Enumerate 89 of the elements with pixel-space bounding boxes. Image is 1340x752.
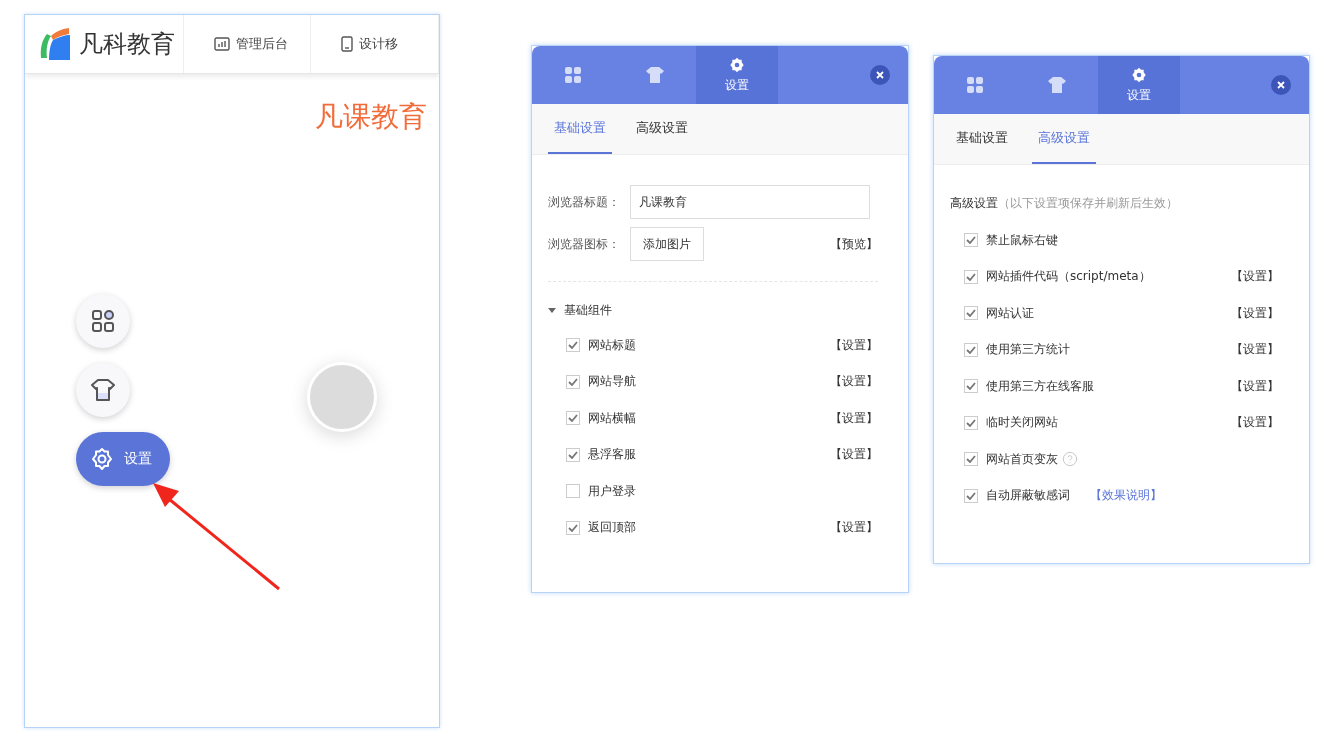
settings-link[interactable]: 【设置】 <box>830 373 878 391</box>
option-label: 网站导航 <box>588 373 636 391</box>
settings-link[interactable]: 【设置】 <box>830 336 878 354</box>
gear-icon <box>90 447 114 471</box>
check-icon <box>966 491 976 500</box>
gear-icon <box>1131 66 1147 83</box>
option-label: 禁止鼠标右键 <box>986 231 1058 249</box>
check-icon <box>966 236 976 245</box>
check-icon <box>966 455 976 464</box>
grid-icon <box>565 67 581 83</box>
field-label: 浏览器图标： <box>548 235 621 253</box>
float-button[interactable]: 设置 <box>76 432 170 486</box>
section-note: （以下设置项保存并刷新后生效） <box>998 195 1178 212</box>
option-label: 使用第三方统计 <box>986 341 1070 359</box>
gear-icon <box>729 56 745 73</box>
option-label: 网站认证 <box>986 304 1034 322</box>
settings-tab[interactable]: 高级设置 <box>630 104 694 154</box>
check-icon <box>966 345 976 354</box>
checkbox[interactable] <box>964 452 978 467</box>
check-icon <box>568 450 578 459</box>
chart-icon <box>213 37 230 51</box>
settings-link[interactable]: 【设置】 <box>1231 304 1279 322</box>
shirt-icon <box>91 379 115 401</box>
toolbar-tab[interactable]: 设置 <box>696 46 778 104</box>
check-icon <box>966 382 976 391</box>
section-toggle[interactable]: 基础组件 <box>548 302 878 319</box>
settings-link[interactable]: 【设置】 <box>1231 268 1279 286</box>
float-button[interactable] <box>76 363 130 417</box>
option-label: 悬浮客服 <box>588 446 636 464</box>
checkbox[interactable] <box>964 233 978 248</box>
option-label: 自动屏蔽敏感词 <box>986 487 1070 505</box>
checkbox[interactable] <box>964 269 978 284</box>
settings-tab[interactable]: 高级设置 <box>1032 114 1096 164</box>
option-label: 网站首页变灰 <box>986 450 1058 468</box>
option-label: 网站插件代码（script/meta） <box>986 268 1151 286</box>
field-label: 浏览器标题： <box>548 193 621 211</box>
checkbox[interactable] <box>964 342 978 357</box>
settings-link[interactable]: 【设置】 <box>830 519 878 537</box>
toolbar-tab[interactable]: 设置 <box>1098 56 1180 114</box>
close-icon <box>1277 81 1285 89</box>
checkbox[interactable] <box>566 374 580 389</box>
option-label: 返回顶部 <box>588 519 636 537</box>
option-label: 临时关闭网站 <box>986 414 1058 432</box>
settings-link[interactable]: 【设置】 <box>830 409 878 427</box>
close-button[interactable] <box>1271 75 1291 95</box>
close-icon <box>876 71 884 79</box>
site-title: 凡课教育 <box>315 100 427 133</box>
settings-link[interactable]: 【设置】 <box>830 446 878 464</box>
settings-link[interactable]: 【设置】 <box>1231 414 1279 432</box>
check-icon <box>568 523 578 532</box>
settings-tab[interactable]: 基础设置 <box>548 104 612 154</box>
logo-text: 凡科教育 <box>79 29 175 60</box>
checkbox[interactable] <box>566 411 580 426</box>
settings-link[interactable]: 【设置】 <box>1231 341 1279 359</box>
option-label: 网站横幅 <box>588 409 636 427</box>
grid-icon <box>91 309 115 333</box>
phone-icon <box>341 36 354 52</box>
settings-link[interactable]: 【设置】 <box>1231 377 1279 395</box>
caret-icon <box>548 308 556 313</box>
settings-tab[interactable]: 基础设置 <box>950 114 1014 164</box>
checkbox[interactable] <box>964 306 978 321</box>
shirt-icon <box>1048 77 1066 93</box>
check-icon <box>568 414 578 423</box>
preview-link[interactable]: 【预览】 <box>830 235 878 253</box>
close-button[interactable] <box>870 65 890 85</box>
add-image-button[interactable]: 添加图片 <box>630 227 704 261</box>
grid-icon <box>967 77 983 93</box>
title-input[interactable]: 凡课教育 <box>630 185 870 219</box>
shirt-icon <box>646 67 664 83</box>
option-label: 用户登录 <box>588 482 636 500</box>
checkbox[interactable] <box>964 415 978 430</box>
checkbox[interactable] <box>964 488 978 503</box>
section-heading: 高级设置 <box>950 195 998 212</box>
checkbox[interactable] <box>566 520 580 535</box>
nav-item[interactable]: 管理后台 <box>183 15 312 73</box>
checkbox[interactable] <box>566 484 580 499</box>
checkbox[interactable] <box>566 447 580 462</box>
check-icon <box>966 309 976 318</box>
checkbox[interactable] <box>566 338 580 353</box>
checkbox[interactable] <box>964 379 978 394</box>
help-link[interactable]: 【效果说明】 <box>1090 487 1162 505</box>
option-label: 使用第三方在线客服 <box>986 377 1094 395</box>
check-icon <box>966 418 976 427</box>
check-icon <box>568 341 578 350</box>
check-icon <box>966 272 976 281</box>
check-icon <box>568 377 578 386</box>
float-button[interactable] <box>76 294 130 348</box>
nav-item[interactable]: 设计移 <box>311 15 439 73</box>
option-label: 网站标题 <box>588 336 636 354</box>
